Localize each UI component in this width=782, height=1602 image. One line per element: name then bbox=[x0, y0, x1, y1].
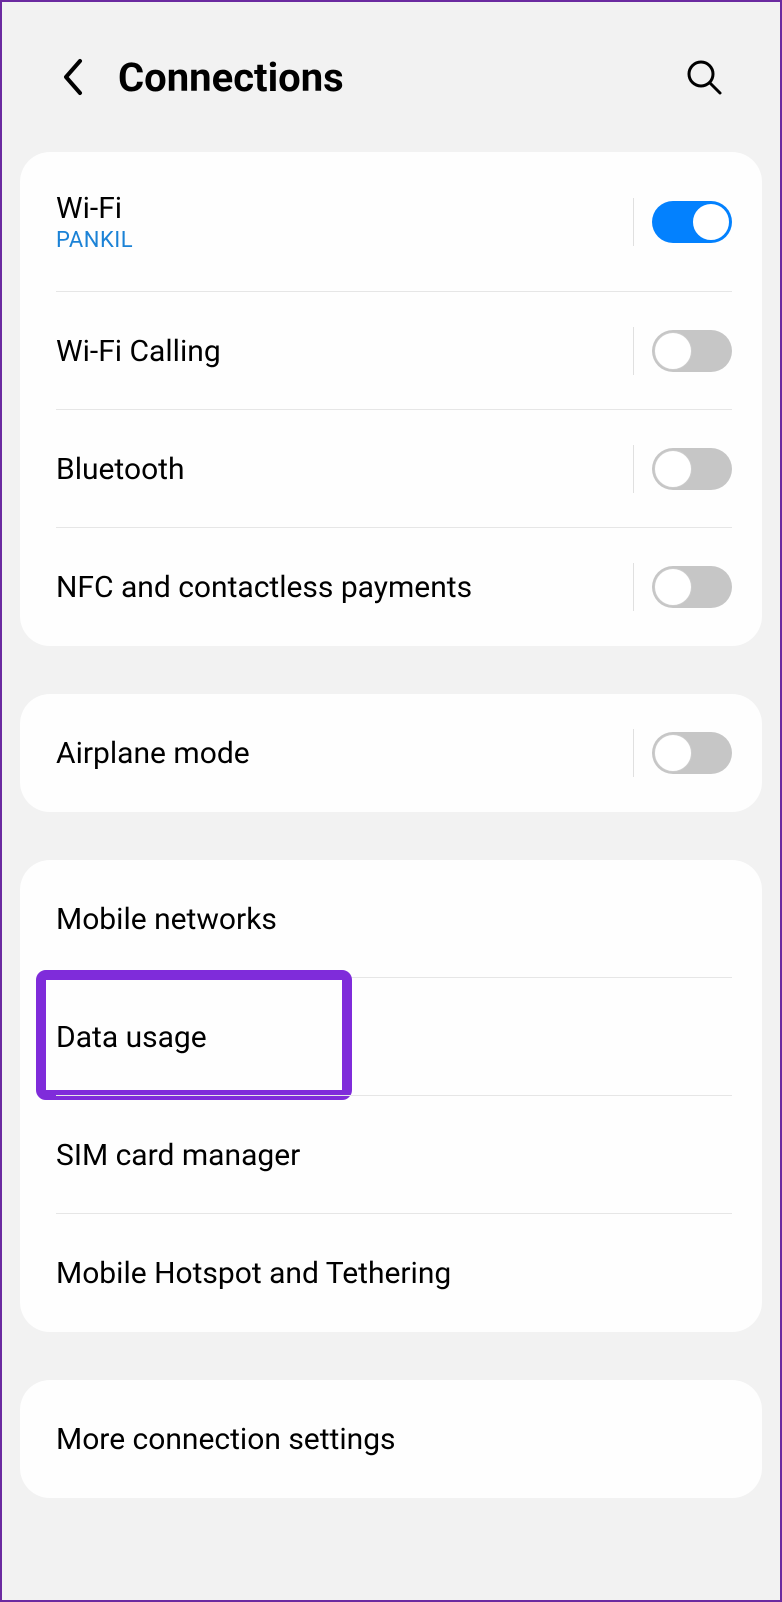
sim-card-manager-row[interactable]: SIM card manager bbox=[20, 1096, 762, 1214]
sim-card-manager-label: SIM card manager bbox=[56, 1138, 300, 1173]
bluetooth-toggle[interactable] bbox=[652, 448, 732, 490]
toggle-wrap bbox=[633, 198, 732, 246]
mobile-networks-label: Mobile networks bbox=[56, 902, 277, 937]
bluetooth-label: Bluetooth bbox=[56, 452, 185, 487]
nfc-label: NFC and contactless payments bbox=[56, 570, 472, 605]
data-usage-row[interactable]: Data usage bbox=[20, 978, 762, 1096]
settings-group: Airplane mode bbox=[20, 694, 762, 812]
header-left: Connections bbox=[22, 54, 344, 101]
back-icon[interactable] bbox=[52, 57, 92, 97]
header: Connections bbox=[2, 2, 780, 152]
toggle-wrap bbox=[633, 729, 732, 777]
wifi-label: Wi-Fi bbox=[56, 191, 133, 226]
toggle-wrap bbox=[633, 327, 732, 375]
row-text: Wi-Fi PANKIL bbox=[56, 191, 133, 253]
nfc-row[interactable]: NFC and contactless payments bbox=[20, 528, 762, 646]
toggle-separator bbox=[633, 327, 634, 375]
settings-group: Mobile networks Data usage SIM card mana… bbox=[20, 860, 762, 1332]
wifi-network-name: PANKIL bbox=[56, 228, 133, 253]
toggle-wrap bbox=[633, 563, 732, 611]
data-usage-label: Data usage bbox=[56, 1020, 207, 1055]
more-connection-settings-row[interactable]: More connection settings bbox=[20, 1380, 762, 1498]
settings-group: Wi-Fi PANKIL Wi-Fi Calling Bluetooth NFC… bbox=[20, 152, 762, 646]
wifi-toggle[interactable] bbox=[652, 201, 732, 243]
wifi-calling-row[interactable]: Wi-Fi Calling bbox=[20, 292, 762, 410]
toggle-separator bbox=[633, 198, 634, 246]
wifi-calling-label: Wi-Fi Calling bbox=[56, 334, 221, 369]
mobile-networks-row[interactable]: Mobile networks bbox=[20, 860, 762, 978]
search-icon[interactable] bbox=[684, 57, 724, 97]
nfc-toggle[interactable] bbox=[652, 566, 732, 608]
wifi-calling-toggle[interactable] bbox=[652, 330, 732, 372]
airplane-mode-row[interactable]: Airplane mode bbox=[20, 694, 762, 812]
mobile-hotspot-row[interactable]: Mobile Hotspot and Tethering bbox=[20, 1214, 762, 1332]
mobile-hotspot-label: Mobile Hotspot and Tethering bbox=[56, 1256, 451, 1291]
toggle-wrap bbox=[633, 445, 732, 493]
bluetooth-row[interactable]: Bluetooth bbox=[20, 410, 762, 528]
airplane-mode-toggle[interactable] bbox=[652, 732, 732, 774]
toggle-separator bbox=[633, 729, 634, 777]
settings-group: More connection settings bbox=[20, 1380, 762, 1498]
toggle-separator bbox=[633, 563, 634, 611]
airplane-mode-label: Airplane mode bbox=[56, 736, 250, 771]
toggle-separator bbox=[633, 445, 634, 493]
wifi-row[interactable]: Wi-Fi PANKIL bbox=[20, 152, 762, 292]
more-connection-settings-label: More connection settings bbox=[56, 1422, 396, 1457]
page-title: Connections bbox=[118, 54, 344, 101]
